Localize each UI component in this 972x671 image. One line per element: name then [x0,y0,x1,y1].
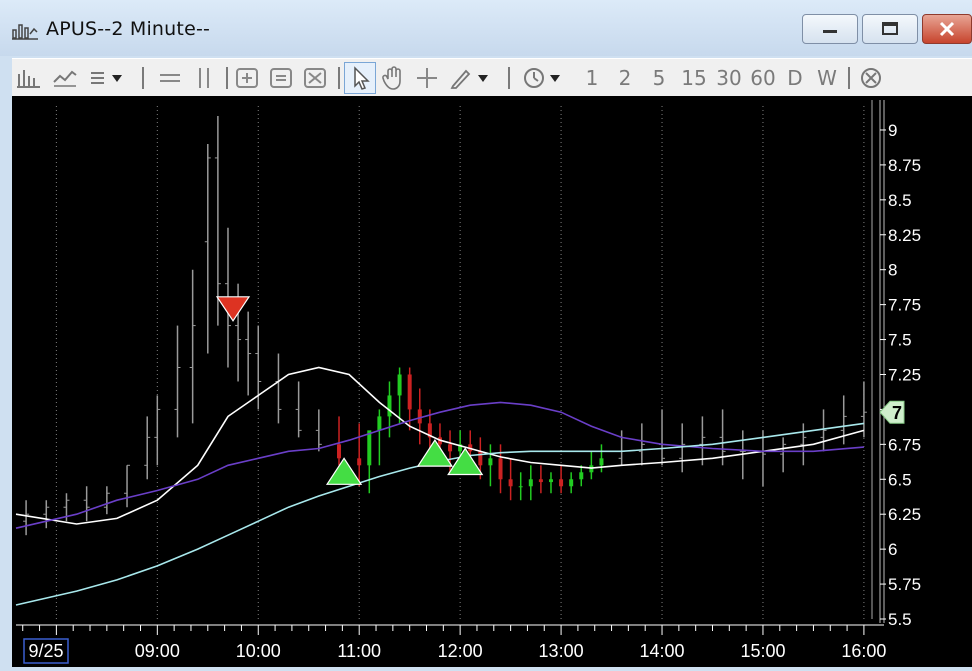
bar-chart-icon[interactable] [16,66,42,90]
parallel-lines-icon[interactable] [192,66,216,90]
crosshair-icon[interactable] [414,66,440,90]
time-tick-label: 10:00 [236,641,281,661]
candle-body [599,458,604,466]
price-tick-label: 7.5 [888,331,912,350]
candle-body [548,479,553,483]
trade-markers [215,296,484,485]
chart-app-icon [12,24,38,40]
toolbar-separator [338,67,340,89]
time-tick-label: 12:00 [438,641,483,661]
candle-body [417,409,422,424]
chart-window: APUS--2 Minute-- 1 2 5 15 30 60 D W 9 8.… [0,0,972,667]
price-tick-label: 7.75 [888,296,921,315]
chart-canvas[interactable]: 9 8.75 8.5 8.25 8 7.75 7.5 7.25 7 6.75 6.5 6.25 6 5.7… [12,96,972,667]
zoom-in-icon[interactable] [234,66,260,90]
sell-signal-marker [215,296,251,322]
toolbar-separator [142,67,144,89]
candle-body [498,458,503,480]
zoom-out-icon[interactable] [302,66,328,90]
price-chart[interactable]: 9 8.75 8.5 8.25 8 7.75 7.5 7.25 7 6.75 6.5 6.25 6 5.7… [12,96,972,667]
price-tick-label: 7.25 [888,365,921,384]
pointer-tool-button[interactable] [344,62,376,94]
time-axis[interactable]: 9/25 09:00 10:00 11:00 12:00 13:00 14:00 15:00 1… [16,624,886,664]
candle-body [569,479,574,487]
last-price-label: 7 [892,403,902,423]
period-daily-button[interactable]: D [784,59,806,97]
window-title: APUS--2 Minute-- [46,18,211,40]
candle-body [387,395,392,417]
title-bar[interactable]: APUS--2 Minute-- [0,0,972,56]
price-tick-label: 8.75 [888,156,921,175]
price-tick-label: 5.5 [888,610,912,629]
toolbar-separator [226,67,228,89]
price-bars [23,116,867,536]
zoom-fit-icon[interactable] [268,66,294,90]
date-label: 9/25 [28,641,63,661]
line-chart-icon[interactable] [52,66,78,90]
chart-toolbar: 1 2 5 15 30 60 D W [12,58,972,98]
candle-body [337,444,342,459]
buy-signal-marker [416,439,454,467]
candle-body [579,472,584,480]
chart-style-menu-icon[interactable] [88,66,128,90]
candle-body [528,479,533,487]
period-30-button[interactable]: 30 [714,59,744,97]
price-tick-label: 8.5 [888,191,912,210]
time-tick-label: 09:00 [135,641,180,661]
buy-signal-marker [325,457,363,485]
price-tick-label: 6 [888,540,897,559]
price-tick-label: 6.75 [888,435,921,454]
period-5-button[interactable]: 5 [649,59,669,97]
pointer-icon [354,66,370,90]
toolbar-separator [848,67,850,89]
price-tick-label: 5.75 [888,575,921,594]
hand-pan-icon[interactable] [380,65,408,91]
period-15-button[interactable]: 15 [679,59,709,97]
period-1-button[interactable]: 1 [582,59,602,97]
close-icon [939,21,955,37]
candle-body [488,458,493,466]
minimize-icon [823,30,837,33]
price-axis[interactable]: 9 8.75 8.5 8.25 8 7.75 7.5 7.25 7 6.75 6.5 6.25 6 5.7… [879,100,921,629]
price-tick-label: 9 [888,121,897,140]
candle-body [478,451,483,466]
time-tick-label: 14:00 [640,641,685,661]
price-tick-label: 6.5 [888,470,912,489]
price-tick-label: 6.25 [888,505,921,524]
price-tick-label: 8.25 [888,226,921,245]
candle-body [559,479,564,487]
candle-body [448,444,453,452]
period-weekly-button[interactable]: W [816,59,838,97]
candle-body [538,479,543,483]
horizontal-line-icon[interactable] [158,66,182,90]
maximize-button[interactable] [862,14,918,44]
period-60-button[interactable]: 60 [748,59,778,97]
clock-menu-icon[interactable] [522,65,568,91]
pencil-draw-icon[interactable] [448,66,496,90]
toolbar-separator [508,67,510,89]
time-tick-label: 16:00 [841,641,886,661]
time-tick-label: 15:00 [740,641,785,661]
close-button[interactable] [922,14,972,44]
grid-lines [55,100,873,622]
candle-body [407,374,412,410]
candle-body [367,430,372,466]
minimize-button[interactable] [802,14,858,44]
candle-body [518,486,523,488]
period-2-button[interactable]: 2 [615,59,635,97]
candle-body [357,458,362,466]
candle-body [397,374,402,396]
price-tick-label: 8 [888,261,897,280]
candle-body [377,416,382,431]
buy-signal-marker [447,447,484,476]
candle-body [508,479,513,487]
time-tick-label: 13:00 [539,641,584,661]
maximize-icon [882,22,898,35]
time-tick-label: 11:00 [337,641,381,661]
moving-averages [15,366,865,606]
close-circle-icon[interactable] [858,66,884,90]
